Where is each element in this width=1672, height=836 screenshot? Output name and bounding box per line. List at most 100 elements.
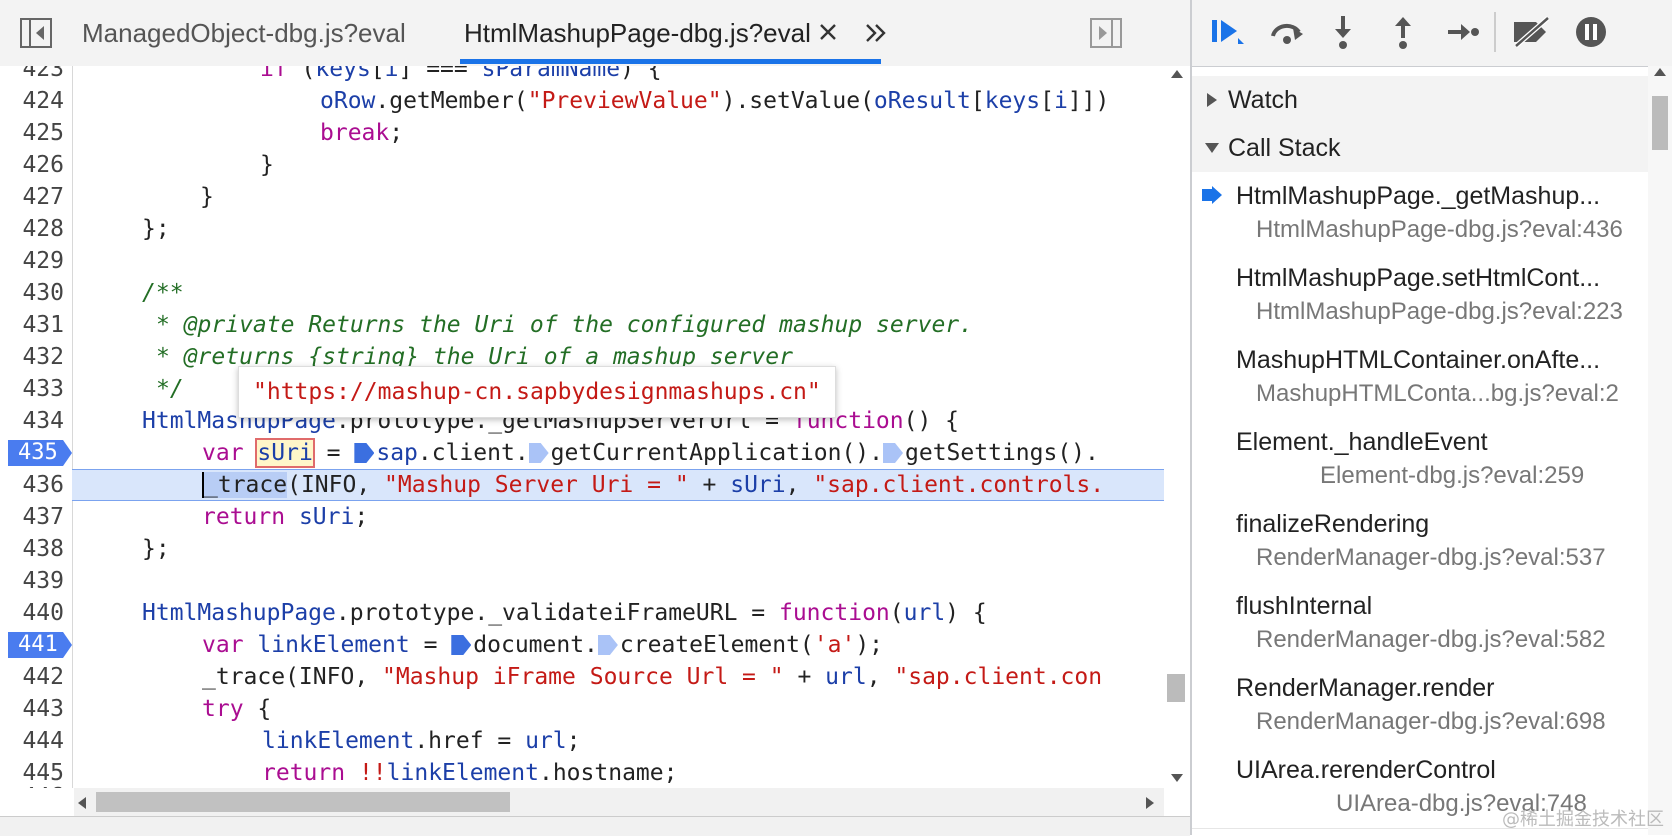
code-line: 426 } [0, 149, 1164, 181]
line-number[interactable]: 431 [0, 309, 64, 341]
line-number[interactable]: 446 [0, 781, 64, 788]
debugger-toolbar [1192, 0, 1672, 67]
breakpoint-marker[interactable]: 441 [8, 632, 72, 658]
call-frame-location: RenderManager-dbg.js?eval:698 [1256, 708, 1606, 735]
code-line: 444 linkElement.href = url; [0, 725, 1164, 757]
close-tab-icon[interactable] [818, 22, 838, 42]
breakpoint-marker[interactable]: 435 [8, 440, 72, 466]
call-frame[interactable]: MashupHTMLContainer.onAfte... MashupHTML… [1192, 336, 1648, 419]
line-number[interactable]: 442 [0, 661, 64, 693]
call-frame-name: HtmlMashupPage.setHtmlCont... [1236, 264, 1601, 292]
step-over-icon[interactable] [1268, 18, 1306, 46]
scroll-up-icon[interactable] [1171, 70, 1183, 78]
code-line: 430 /** [0, 277, 1164, 309]
watermark: @稀土掘金技术社区 [1502, 809, 1664, 830]
line-number[interactable]: 440 [0, 597, 64, 629]
tab-managedobject[interactable]: ManagedObject-dbg.js?eval [82, 0, 406, 66]
hscroll-thumb[interactable] [96, 792, 510, 812]
line-number[interactable]: 434 [0, 405, 64, 437]
code-line: 429 [0, 245, 1164, 277]
line-number[interactable]: 423 [0, 66, 64, 85]
step-icon[interactable] [1446, 20, 1480, 44]
code-line: 439 [0, 565, 1164, 597]
resume-icon[interactable] [1210, 16, 1246, 46]
toggle-navigator-icon[interactable] [20, 18, 52, 48]
scroll-left-icon[interactable] [78, 797, 86, 809]
call-frame[interactable]: HtmlMashupPage._getMashup... HtmlMashupP… [1192, 172, 1648, 255]
call-frame-name: HtmlMashupPage._getMashup... [1236, 182, 1601, 210]
deactivate-breakpoints-icon[interactable] [1510, 16, 1552, 48]
line-number[interactable]: 439 [0, 565, 64, 597]
line-number[interactable]: 433 [0, 373, 64, 405]
code-line: 428 }; [0, 213, 1164, 245]
current-frame-arrow-icon [1202, 186, 1222, 204]
line-number[interactable]: 427 [0, 181, 64, 213]
line-number[interactable]: 437 [0, 501, 64, 533]
debugger-sidebar: Watch Call Stack HtmlMashupPage._getMash… [1192, 0, 1672, 835]
editor-vertical-scrollbar[interactable] [1164, 66, 1190, 788]
call-frame-name: MashupHTMLContainer.onAfte... [1236, 346, 1601, 374]
editor-horizontal-scrollbar[interactable] [74, 788, 1164, 816]
more-tabs-icon[interactable] [864, 22, 888, 44]
scroll-thumb[interactable] [1167, 674, 1185, 702]
line-number[interactable]: 444 [0, 725, 64, 757]
code-line: 443 try { [0, 693, 1164, 725]
watch-section-header[interactable]: Watch [1192, 76, 1648, 125]
line-number[interactable]: 438 [0, 533, 64, 565]
line-number[interactable]: 429 [0, 245, 64, 277]
call-frame-location: HtmlMashupPage-dbg.js?eval:223 [1256, 298, 1623, 325]
callstack-label: Call Stack [1228, 134, 1341, 162]
call-frame-name: RenderManager.render [1236, 674, 1495, 702]
pause-on-exceptions-icon[interactable] [1574, 15, 1608, 49]
step-into-icon[interactable] [1332, 14, 1354, 50]
code-line: 423 if (keys[i] === sParamName) { [0, 66, 1164, 85]
editor-status-bar [0, 816, 1190, 836]
expand-icon [1207, 93, 1217, 107]
call-frame-location: Element-dbg.js?eval:259 [1320, 462, 1585, 489]
sources-editor-pane: ManagedObject-dbg.js?eval HtmlMashupPage… [0, 0, 1190, 836]
line-number[interactable]: 443 [0, 693, 64, 725]
code-line: 442 _trace(INFO, "Mashup iFrame Source U… [0, 661, 1164, 693]
call-frame-location: RenderManager-dbg.js?eval:537 [1256, 544, 1606, 571]
code-line: 435 var sUri = sap.client. getCurrentAppl… [0, 437, 1164, 469]
call-frame[interactable]: HtmlMashupPage.setHtmlCont... HtmlMashup… [1192, 254, 1648, 337]
code-line: 437 return sUri; [0, 501, 1164, 533]
step-out-icon[interactable] [1392, 14, 1414, 50]
active-tab-indicator [460, 59, 881, 64]
scroll-thumb[interactable] [1652, 96, 1668, 150]
tab-htmlmashuppage[interactable]: HtmlMashupPage-dbg.js?eval [464, 0, 811, 66]
line-number[interactable]: 425 [0, 117, 64, 149]
call-frame[interactable]: Element._handleEvent Element-dbg.js?eval… [1192, 418, 1648, 501]
line-number[interactable]: 428 [0, 213, 64, 245]
line-number[interactable]: 424 [0, 85, 64, 117]
call-frame-location: HtmlMashupPage-dbg.js?eval:436 [1256, 216, 1623, 243]
collapse-icon [1205, 143, 1219, 153]
scroll-right-icon[interactable] [1146, 797, 1154, 809]
code-line: 431 * @private Returns the Uri of the co… [0, 309, 1164, 341]
line-number[interactable]: 430 [0, 277, 64, 309]
line-number[interactable]: 432 [0, 341, 64, 373]
code-line: 427 } [0, 181, 1164, 213]
scroll-down-icon[interactable] [1171, 774, 1183, 782]
code-line: 424 oRow.getMember("PreviewValue").setVa… [0, 85, 1164, 117]
watch-label: Watch [1228, 86, 1298, 114]
call-frame[interactable]: finalizeRendering RenderManager-dbg.js?e… [1192, 500, 1648, 583]
line-number[interactable]: 436 [0, 469, 64, 501]
call-frame-name: finalizeRendering [1236, 510, 1430, 538]
call-frame[interactable]: RenderManager.render RenderManager-dbg.j… [1192, 664, 1648, 747]
line-number[interactable]: 426 [0, 149, 64, 181]
toggle-debugger-icon[interactable] [1090, 18, 1122, 48]
scroll-up-icon[interactable] [1654, 68, 1666, 76]
toolbar-separator [1494, 12, 1496, 52]
code-line-current: 436 _trace(INFO, "Mashup Server Uri = " … [0, 469, 1164, 501]
sidebar-scrollbar[interactable] [1648, 66, 1672, 835]
code-editor[interactable]: 423 if (keys[i] === sParamName) { 424 oR… [0, 66, 1164, 788]
editor-tab-bar: ManagedObject-dbg.js?eval HtmlMashupPage… [0, 0, 1190, 67]
call-frame-location: MashupHTMLConta...bg.js?eval:2 [1256, 380, 1619, 407]
call-frame[interactable]: flushInternal RenderManager-dbg.js?eval:… [1192, 582, 1648, 665]
callstack-section-header[interactable]: Call Stack [1192, 124, 1648, 173]
call-frame-location: RenderManager-dbg.js?eval:582 [1256, 626, 1606, 653]
code-line: 446 [0, 781, 1164, 788]
value-popover: "https://mashup-cn.sapbydesignmashups.cn… [238, 366, 836, 418]
code-line: 440 HtmlMashupPage.prototype._validateiF… [0, 597, 1164, 629]
